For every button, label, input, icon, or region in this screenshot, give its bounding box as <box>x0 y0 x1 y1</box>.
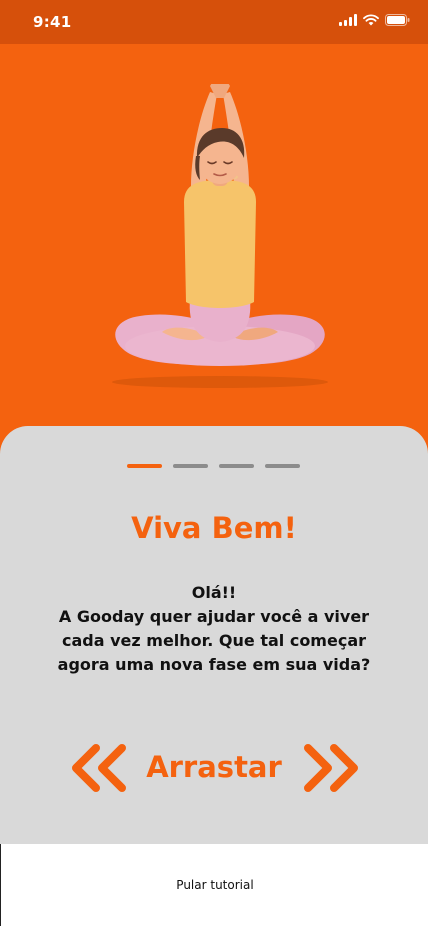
status-time: 9:41 <box>33 13 72 31</box>
swipe-control[interactable]: Arrastar <box>0 736 428 796</box>
pager-indicator <box>127 464 300 468</box>
battery-icon <box>385 14 410 26</box>
pager-dot <box>219 464 254 468</box>
pager-dot <box>265 464 300 468</box>
pager-dot-active <box>127 464 162 468</box>
yoga-woman-illustration <box>112 84 328 388</box>
status-bar: 9:41 <box>0 0 428 44</box>
onboarding-card: Viva Bem! Olá!! A Gooday quer ajudar voc… <box>0 426 428 844</box>
onboarding-greeting: Olá!! <box>191 583 237 602</box>
swipe-label: Arrastar <box>146 750 282 784</box>
double-chevron-right-icon[interactable] <box>300 742 362 794</box>
status-icons <box>339 14 410 26</box>
skip-tutorial-link[interactable]: Pular tutorial <box>1 878 428 892</box>
footer: Pular tutorial <box>0 844 428 926</box>
pager-dot <box>173 464 208 468</box>
onboarding-description: A Gooday quer ajudar você a viver cada v… <box>57 607 371 674</box>
wifi-icon <box>363 14 379 26</box>
signal-icon <box>339 14 357 26</box>
hero-banner <box>0 44 428 464</box>
onboarding-title: Viva Bem! <box>131 511 297 545</box>
